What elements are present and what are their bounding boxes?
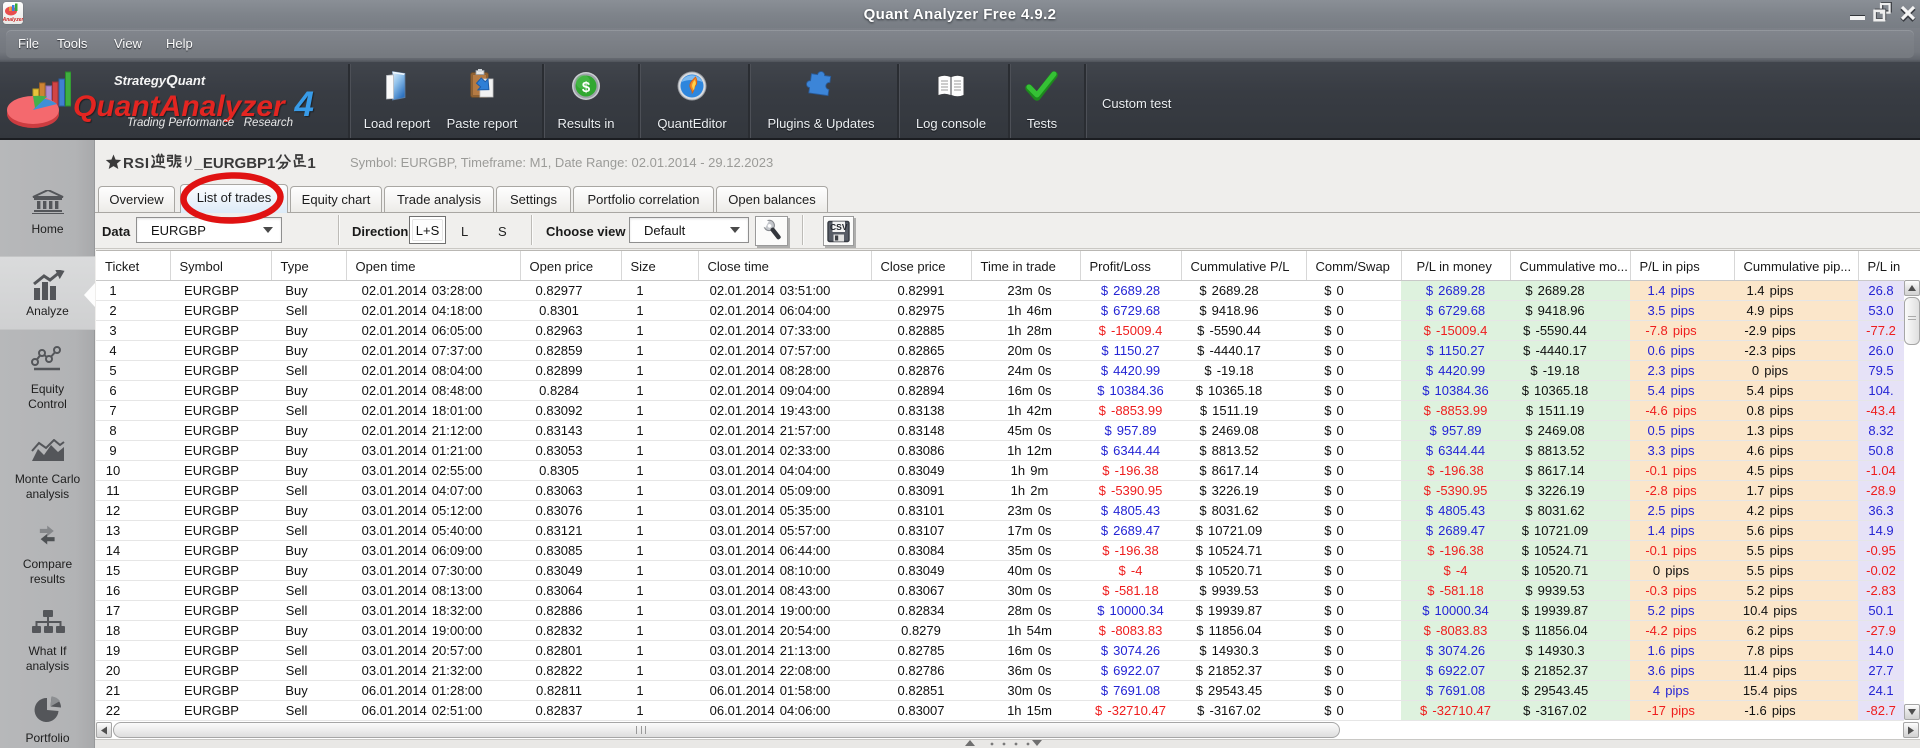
svg-text:$: $ bbox=[582, 79, 591, 96]
svg-text:CSV: CSV bbox=[830, 222, 848, 232]
